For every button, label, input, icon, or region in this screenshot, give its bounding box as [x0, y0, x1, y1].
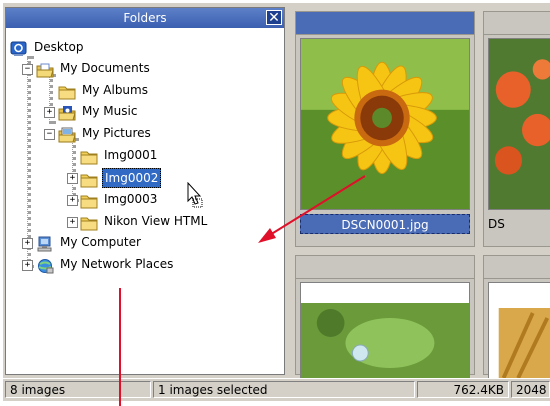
- thumbnail-image-sunflower: [300, 38, 470, 210]
- expand-icon[interactable]: +: [22, 238, 33, 249]
- tree-guide: [72, 138, 76, 202]
- computer-icon: [36, 236, 54, 251]
- thumbnail-caption[interactable]: DSCN0001.jpg: [300, 214, 470, 234]
- folder-icon: [58, 84, 76, 99]
- thumbnail-header: [484, 256, 550, 279]
- tree-item-img0003[interactable]: Img0003: [80, 190, 159, 208]
- status-image-count: 8 images: [5, 381, 151, 398]
- tree-item-label: My Music: [82, 104, 138, 118]
- tree-item-label: My Network Places: [60, 257, 174, 271]
- expand-icon[interactable]: +: [44, 107, 55, 118]
- status-dimensions: 2048: [511, 381, 550, 398]
- folder-icon: [80, 172, 98, 187]
- thumbnail-item[interactable]: DS: [483, 11, 550, 247]
- tree-item-my-pictures[interactable]: My Pictures: [58, 124, 153, 142]
- tree-item-label: Img0002: [102, 168, 162, 188]
- tree-item-my-music[interactable]: My Music: [58, 102, 139, 120]
- tree-item-img0002[interactable]: Img0002: [80, 168, 162, 188]
- tree-guide: [27, 56, 31, 268]
- thumbnail-item[interactable]: [483, 255, 550, 384]
- thumbnail-header: [296, 256, 474, 279]
- thumbnail-grid: DSCN0001.jpg DS: [291, 7, 550, 384]
- close-icon[interactable]: ✕: [266, 10, 282, 25]
- expand-icon[interactable]: +: [67, 173, 78, 184]
- tree-item-my-network-places[interactable]: My Network Places: [36, 255, 175, 273]
- tree-item-nikon-view-html[interactable]: Nikon View HTML: [80, 212, 209, 230]
- tree-item-label: My Pictures: [82, 126, 151, 140]
- folder-pictures-icon: [58, 127, 76, 142]
- tree-item-img0001[interactable]: Img0001: [80, 146, 159, 164]
- collapse-icon[interactable]: −: [44, 129, 55, 140]
- folder-icon: [80, 149, 98, 164]
- tree-item-label: My Documents: [60, 61, 150, 75]
- thumbnail-caption[interactable]: DS: [488, 214, 550, 234]
- tree-item-label: My Computer: [60, 235, 141, 249]
- thumbnail-image-leaf-water-drop: [300, 282, 470, 384]
- folders-pane: Folders ✕ Desktop − My Documents My Albu…: [5, 7, 285, 375]
- tree-item-my-documents[interactable]: My Documents: [36, 59, 152, 77]
- mouse-cursor-icon: [187, 182, 203, 208]
- tree-item-label: Img0001: [104, 148, 158, 162]
- status-selected-count: 1 images selected: [153, 381, 415, 398]
- tree-item-my-computer[interactable]: My Computer: [36, 233, 143, 251]
- thumbnail-image-orange-lilies: [488, 38, 550, 210]
- tree-item-label: Desktop: [34, 40, 84, 54]
- status-bar: 8 images 1 images selected 762.4KB 2048: [3, 378, 550, 401]
- thumbnail-header: [296, 12, 474, 35]
- folders-pane-header: Folders ✕: [6, 8, 284, 28]
- tree-item-label: Img0003: [104, 192, 158, 206]
- tree-item-label: My Albums: [82, 83, 148, 97]
- desktop-icon: [10, 41, 28, 56]
- folders-pane-title: Folders: [123, 11, 167, 25]
- tree-item-label: Nikon View HTML: [104, 214, 208, 228]
- network-icon: [36, 258, 54, 273]
- tree-item-desktop[interactable]: Desktop: [10, 38, 86, 56]
- folder-icon: [80, 215, 98, 230]
- tree-item-my-albums[interactable]: My Albums: [58, 81, 150, 99]
- thumbnail-item[interactable]: [295, 255, 475, 384]
- folder-open-icon: [36, 62, 54, 77]
- folder-icon: [80, 193, 98, 208]
- expand-icon[interactable]: +: [67, 217, 78, 228]
- thumbnail-item[interactable]: DSCN0001.jpg: [295, 11, 475, 247]
- collapse-icon[interactable]: −: [22, 64, 33, 75]
- expand-icon[interactable]: +: [67, 195, 78, 206]
- thumbnail-header: [484, 12, 550, 35]
- expand-icon[interactable]: +: [22, 260, 33, 271]
- folder-music-icon: [58, 105, 76, 120]
- thumbnail-image-wheat: [488, 282, 550, 384]
- status-file-size: 762.4KB: [417, 381, 509, 398]
